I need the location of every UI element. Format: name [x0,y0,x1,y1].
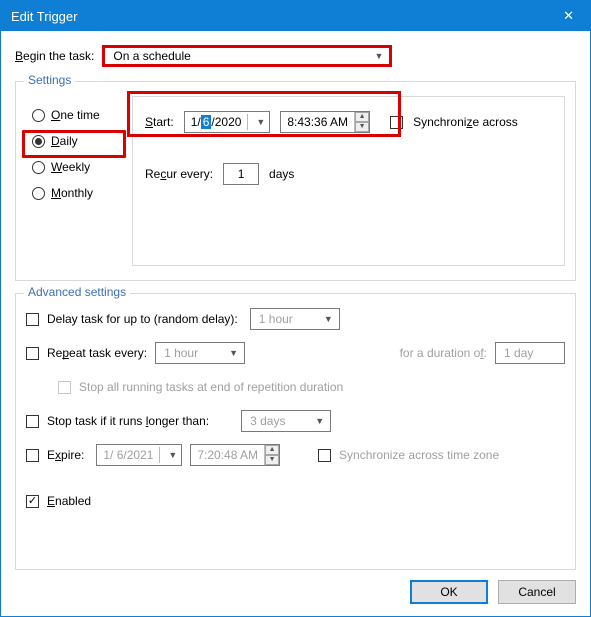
begin-task-label: Begin the task: [15,49,94,63]
spinner-down-icon: ▼ [355,122,369,132]
settings-legend: Settings [24,73,75,87]
repeat-row: Repeat task every: 1 hour▼ for a duratio… [26,342,565,364]
radio-icon [32,161,45,174]
stop-repetition-row: Stop all running tasks at end of repetit… [58,376,565,398]
time-spinner: ▲▼ [264,445,279,465]
delay-row: Delay task for up to (random delay): 1 h… [26,308,565,330]
schedule-radio-group: One time Daily Weekly Monthly [26,96,122,266]
begin-task-row: Begin the task: On a schedule ▼ [15,45,576,67]
advanced-legend: Advanced settings [24,285,130,299]
titlebar: Edit Trigger ✕ [1,1,590,31]
chevron-down-icon: ▼ [315,416,324,426]
expire-label: Expire: [47,448,84,462]
radio-one-time-label: One time [51,108,100,122]
delay-dropdown: 1 hour▼ [250,308,340,330]
stop-repetition-checkbox [58,381,71,394]
time-spinner[interactable]: ▲▼ [354,112,369,132]
enabled-checkbox[interactable] [26,495,39,508]
spinner-up-icon: ▲ [265,445,279,455]
radio-icon [32,109,45,122]
ok-button[interactable]: OK [410,580,488,604]
settings-fieldset: Settings One time Daily Weekly [15,81,576,281]
sync-checkbox[interactable] [390,116,403,129]
start-time-picker[interactable]: 8:43:36 AM ▲▼ [280,111,370,133]
radio-icon [32,187,45,200]
recur-days-input[interactable]: 1 [223,163,259,185]
recur-unit-label: days [269,167,294,181]
close-icon[interactable]: ✕ [557,8,580,24]
edit-trigger-window: Edit Trigger ✕ Begin the task: On a sche… [0,0,591,617]
stop-longer-checkbox[interactable] [26,415,39,428]
dialog-buttons: OK Cancel [15,570,576,604]
sync-label: Synchronize across [413,115,518,129]
recur-label: Recur every: [145,167,213,181]
chevron-down-icon: ▼ [168,450,177,460]
expire-checkbox[interactable] [26,449,39,462]
enabled-row: Enabled [26,490,565,512]
repeat-dropdown: 1 hour▼ [155,342,245,364]
stop-longer-label: Stop task if it runs longer than: [47,414,209,428]
expire-row: Expire: 1/ 6/2021 ▼ 7:20:48 AM ▲▼ Synchr… [26,444,565,466]
radio-weekly-label: Weekly [51,160,90,174]
duration-label: for a duration of: [400,346,487,360]
stop-repetition-label: Stop all running tasks at end of repetit… [79,380,343,394]
radio-weekly[interactable]: Weekly [32,160,122,174]
window-title: Edit Trigger [11,9,77,24]
dialog-body: Begin the task: On a schedule ▼ Settings… [1,31,590,616]
delay-checkbox[interactable] [26,313,39,326]
chevron-down-icon: ▼ [324,314,333,324]
chevron-down-icon: ▼ [374,51,383,61]
start-row: Start: 1/6/2020 ▼ 8:43:36 AM ▲▼ Synchron… [145,111,552,133]
stop-longer-dropdown: 3 days▼ [241,410,331,432]
delay-label: Delay task for up to (random delay): [47,312,238,326]
schedule-detail-panel: Start: 1/6/2020 ▼ 8:43:36 AM ▲▼ Synchron… [132,96,565,266]
repeat-label: Repeat task every: [47,346,147,360]
repeat-checkbox[interactable] [26,347,39,360]
chevron-down-icon: ▼ [229,348,238,358]
expire-sync-label: Synchronize across time zone [339,448,499,462]
radio-icon [32,135,45,148]
expire-time-picker: 7:20:48 AM ▲▼ [190,444,280,466]
radio-daily-label: Daily [51,134,78,148]
radio-monthly-label: Monthly [51,186,93,200]
enabled-label: Enabled [47,494,91,508]
chevron-down-icon: ▼ [256,117,265,127]
spinner-down-icon: ▼ [265,455,279,465]
spinner-up-icon: ▲ [355,112,369,122]
begin-task-value: On a schedule [113,49,190,63]
begin-task-dropdown[interactable]: On a schedule ▼ [102,45,392,67]
stop-longer-row: Stop task if it runs longer than: 3 days… [26,410,565,432]
expire-sync-checkbox [318,449,331,462]
radio-daily[interactable]: Daily [32,134,122,148]
cancel-button[interactable]: Cancel [498,580,576,604]
duration-dropdown: 1 day [495,342,565,364]
expire-date-picker: 1/ 6/2021 ▼ [96,444,182,466]
radio-monthly[interactable]: Monthly [32,186,122,200]
recur-row: Recur every: 1 days [145,163,552,185]
advanced-fieldset: Advanced settings Delay task for up to (… [15,293,576,570]
start-date-picker[interactable]: 1/6/2020 ▼ [184,111,271,133]
start-label: Start: [145,115,174,129]
radio-one-time[interactable]: One time [32,108,122,122]
